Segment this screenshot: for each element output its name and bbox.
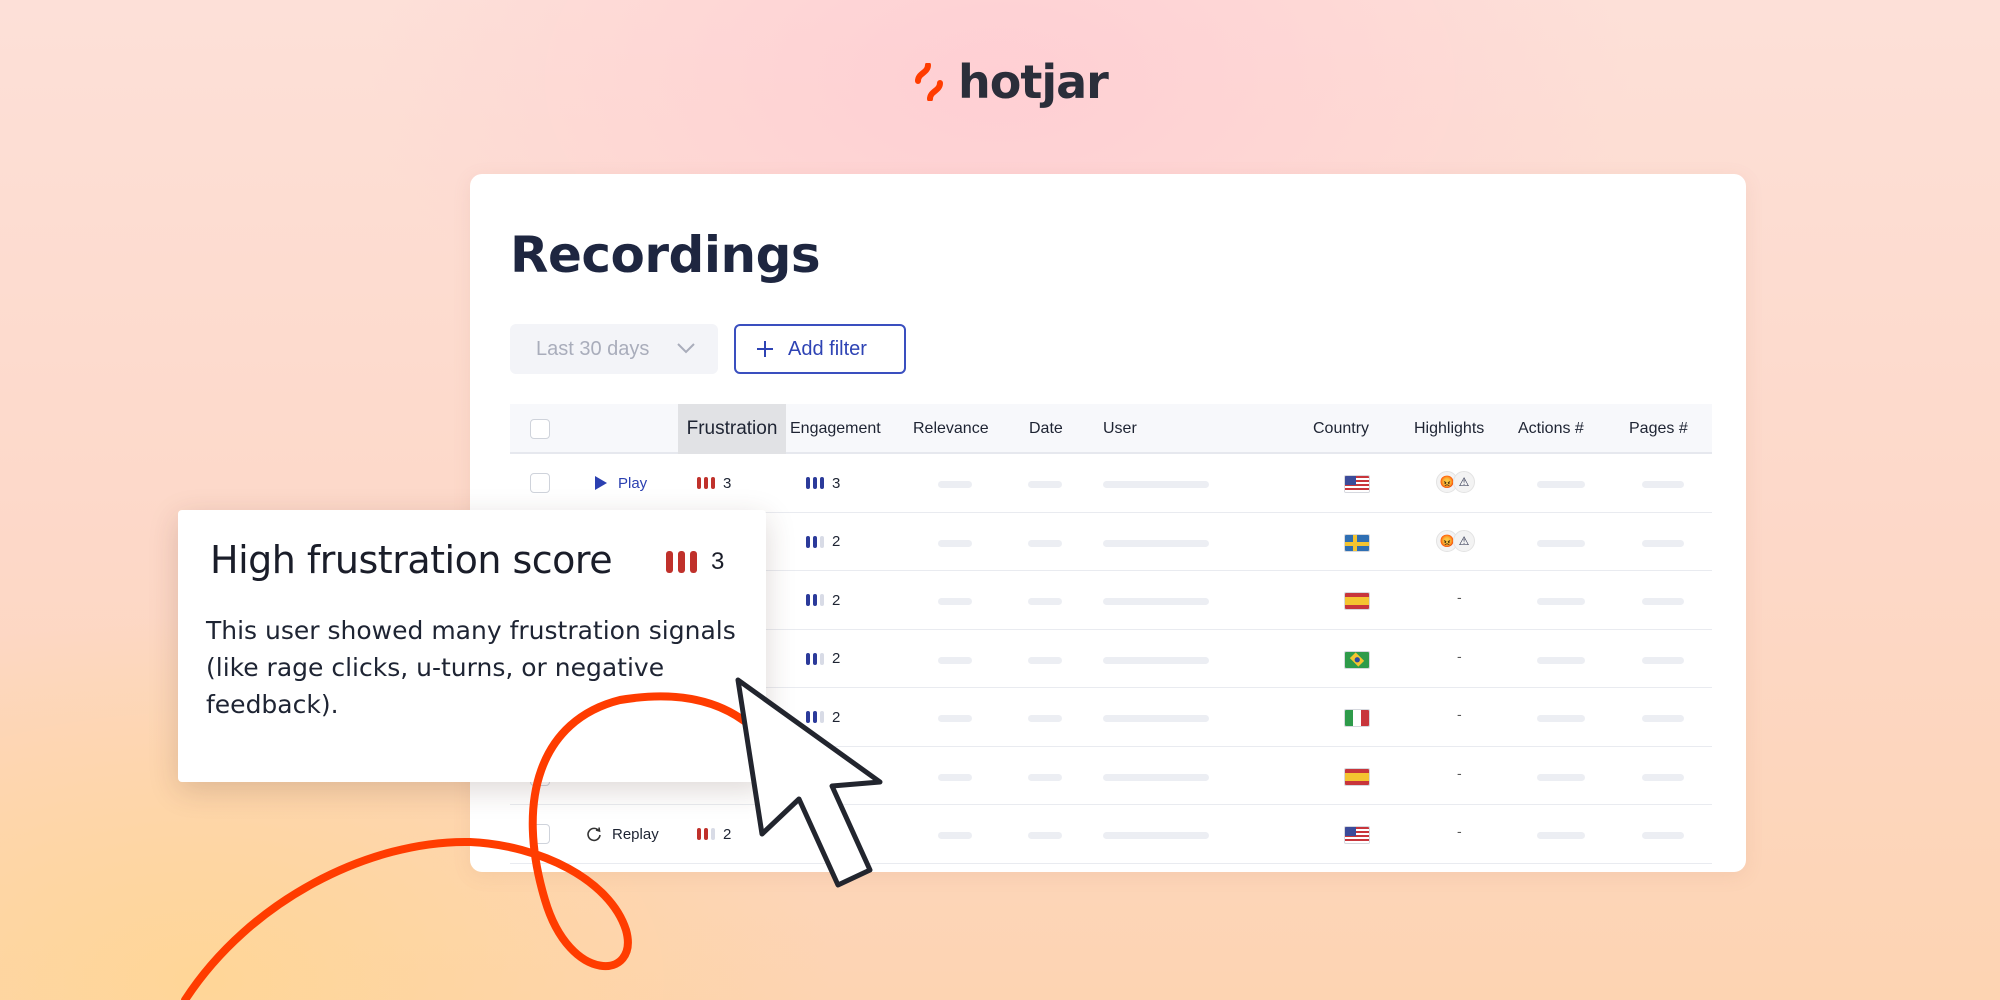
swoosh-line-icon [181, 692, 769, 1000]
decorative-overlay [181, 677, 883, 1000]
cursor-pointer-icon [735, 677, 883, 888]
